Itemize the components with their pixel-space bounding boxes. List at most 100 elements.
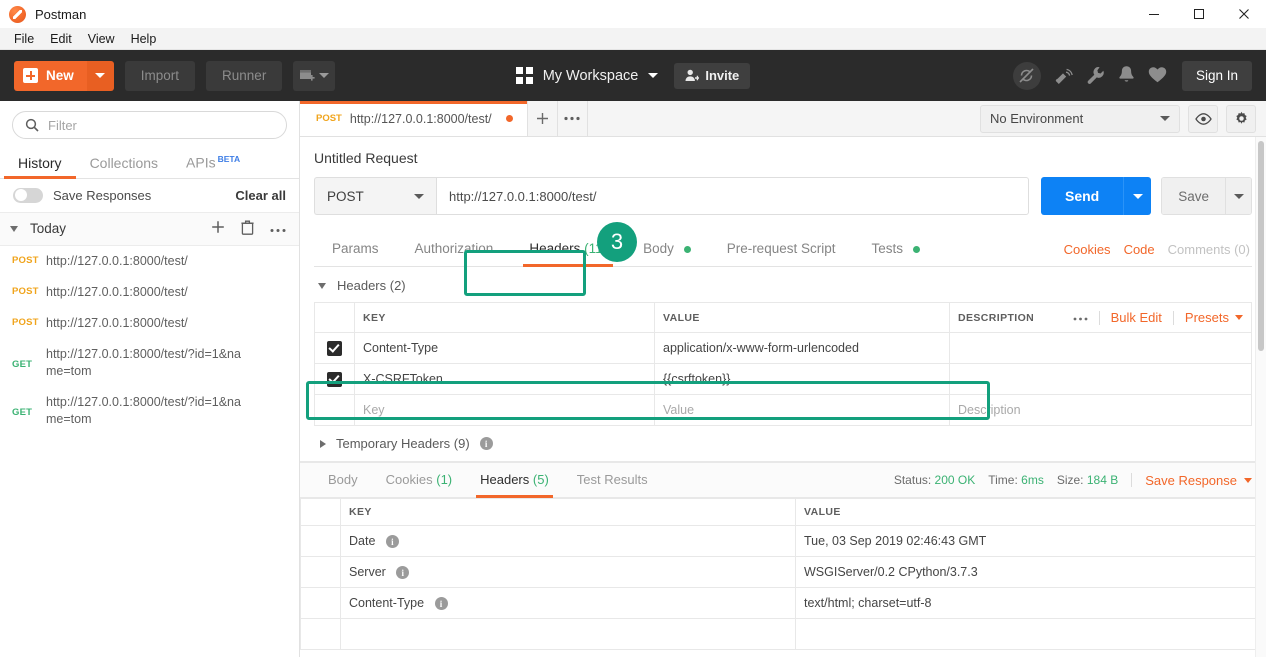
url-input[interactable]: http://127.0.0.1:8000/test/	[436, 177, 1029, 215]
add-tab-button[interactable]	[528, 101, 558, 136]
tab-pre-request-script[interactable]: Pre-request Script	[709, 233, 854, 266]
new-button[interactable]: New	[14, 60, 114, 91]
table-row[interactable]: Content-Type application/x-www-form-urle…	[314, 332, 1252, 364]
info-icon[interactable]: i	[479, 437, 493, 450]
save-button[interactable]: Save	[1161, 177, 1252, 215]
save-responses-toggle[interactable]	[13, 187, 43, 203]
send-dropdown-button[interactable]	[1123, 177, 1152, 215]
url-bar: POST http://127.0.0.1:8000/test/ Send Sa…	[300, 177, 1266, 215]
tab-body[interactable]: Body	[625, 233, 709, 266]
new-header-value-input[interactable]: Value	[654, 394, 950, 426]
new-dropdown-button[interactable]	[86, 60, 114, 91]
menu-item-edit[interactable]: Edit	[42, 28, 80, 50]
workspace-name[interactable]: My Workspace	[543, 68, 639, 84]
temporary-headers-row[interactable]: Temporary Headers (9) i	[300, 426, 1266, 462]
bell-icon[interactable]	[1118, 65, 1135, 87]
add-icon[interactable]	[211, 220, 225, 237]
header-value[interactable]: {{csrftoken}}	[654, 363, 950, 395]
header-key[interactable]: Content-Type	[354, 332, 655, 364]
info-icon[interactable]: i	[396, 566, 410, 580]
list-item[interactable]: POST http://127.0.0.1:8000/test/	[0, 246, 299, 277]
save-dropdown-button[interactable]	[1225, 178, 1251, 214]
import-button[interactable]: Import	[124, 60, 196, 91]
http-method-select[interactable]: POST	[314, 177, 436, 215]
info-icon[interactable]: i	[434, 597, 448, 611]
minimize-icon[interactable]	[1131, 0, 1176, 28]
table-row: Date i Tue, 03 Sep 2019 02:46:43 GMT	[300, 525, 1266, 557]
maximize-icon[interactable]	[1176, 0, 1221, 28]
tab-options-button[interactable]	[558, 101, 588, 136]
tab-collections[interactable]: Collections	[76, 149, 172, 178]
header-key[interactable]: X-CSRFToken	[354, 363, 655, 395]
clear-all-button[interactable]: Clear all	[235, 188, 286, 203]
header-description[interactable]	[949, 363, 1252, 395]
trash-icon[interactable]	[241, 220, 254, 238]
open-new-window-button[interactable]	[293, 60, 336, 91]
cookies-link[interactable]: Cookies	[1064, 242, 1111, 257]
settings-button[interactable]	[1226, 104, 1256, 133]
response-tab-body[interactable]: Body	[314, 463, 372, 497]
list-item[interactable]: POST http://127.0.0.1:8000/test/	[0, 277, 299, 308]
environment-quick-look-button[interactable]	[1188, 104, 1218, 133]
wrench-icon[interactable]	[1086, 65, 1105, 87]
header-description[interactable]	[949, 332, 1252, 364]
save-responses-label: Save Responses	[53, 187, 152, 203]
tab-authorization[interactable]: Authorization	[397, 233, 512, 266]
response-tab-headers[interactable]: Headers (5)	[466, 463, 563, 498]
bulk-edit-button[interactable]: Bulk Edit	[1111, 310, 1162, 325]
list-item[interactable]: POST http://127.0.0.1:8000/test/	[0, 308, 299, 339]
satellite-icon[interactable]	[1054, 65, 1073, 87]
response-tab-test-results[interactable]: Test Results	[563, 463, 662, 497]
row-checkbox[interactable]	[314, 363, 355, 395]
heart-icon[interactable]	[1148, 66, 1167, 86]
tab-apis[interactable]: APIs BETA	[172, 148, 254, 178]
tab-tests[interactable]: Tests	[853, 233, 937, 266]
chevron-down-icon[interactable]	[10, 225, 18, 232]
postman-window: Postman File Edit View Help New Import R…	[0, 0, 1266, 657]
more-options-icon[interactable]	[270, 221, 286, 236]
send-button[interactable]: Send	[1040, 177, 1152, 215]
header-value[interactable]: application/x-www-form-urlencoded	[654, 332, 950, 364]
environment-select[interactable]: No Environment	[980, 104, 1180, 133]
save-response-button[interactable]: Save Response	[1145, 473, 1252, 488]
chevron-right-icon[interactable]	[320, 439, 326, 448]
menu-item-help[interactable]: Help	[123, 28, 165, 50]
new-header-key-input[interactable]: Key	[354, 394, 655, 426]
history-group-today[interactable]: Today	[0, 212, 299, 246]
main-scrollbar[interactable]	[1255, 137, 1266, 657]
request-tab-strip: POST http://127.0.0.1:8000/test/ No Envi…	[300, 101, 1266, 137]
presets-button[interactable]: Presets	[1185, 310, 1243, 325]
comments-link[interactable]: Comments (0)	[1168, 242, 1250, 257]
info-icon[interactable]: i	[385, 535, 399, 549]
response-header-value: Tue, 03 Sep 2019 02:46:43 GMT	[795, 525, 1266, 557]
list-item[interactable]: GET http://127.0.0.1:8000/test/?id=1&nam…	[0, 339, 299, 387]
http-method-value: POST	[327, 188, 364, 204]
send-button-label: Send	[1040, 177, 1124, 215]
row-checkbox[interactable]	[314, 332, 355, 364]
runner-button[interactable]: Runner	[206, 60, 283, 91]
search-input[interactable]: Filter	[12, 111, 287, 139]
tab-params[interactable]: Params	[314, 233, 397, 266]
table-row-placeholder[interactable]: Key Value Description	[314, 394, 1252, 426]
table-row: Server i WSGIServer/0.2 CPython/3.7.3	[300, 556, 1266, 588]
sync-disabled-icon[interactable]	[1012, 61, 1041, 90]
new-button-label: New	[46, 68, 74, 83]
menu-item-file[interactable]: File	[6, 28, 42, 50]
new-header-description-input[interactable]: Description	[949, 394, 1252, 426]
chevron-down-icon[interactable]	[318, 282, 326, 289]
request-tab[interactable]: POST http://127.0.0.1:8000/test/	[300, 101, 528, 136]
tab-history[interactable]: History	[4, 149, 76, 179]
status-label: Status:	[893, 473, 932, 487]
list-item[interactable]: GET http://127.0.0.1:8000/test/?id=1&nam…	[0, 387, 299, 435]
code-link[interactable]: Code	[1124, 242, 1155, 257]
table-row[interactable]: X-CSRFToken {{csrftoken}}	[314, 363, 1252, 395]
chevron-down-icon[interactable]	[648, 73, 659, 78]
history-method: POST	[12, 316, 39, 328]
sign-in-button[interactable]: Sign In	[1181, 60, 1252, 91]
table-header-row: KEY VALUE	[300, 498, 1266, 526]
close-icon[interactable]	[1221, 0, 1266, 28]
headers-more-icon[interactable]	[1073, 312, 1088, 324]
invite-button[interactable]: Invite	[674, 62, 751, 89]
menu-item-view[interactable]: View	[80, 28, 123, 50]
response-tab-cookies[interactable]: Cookies (1)	[372, 463, 466, 497]
